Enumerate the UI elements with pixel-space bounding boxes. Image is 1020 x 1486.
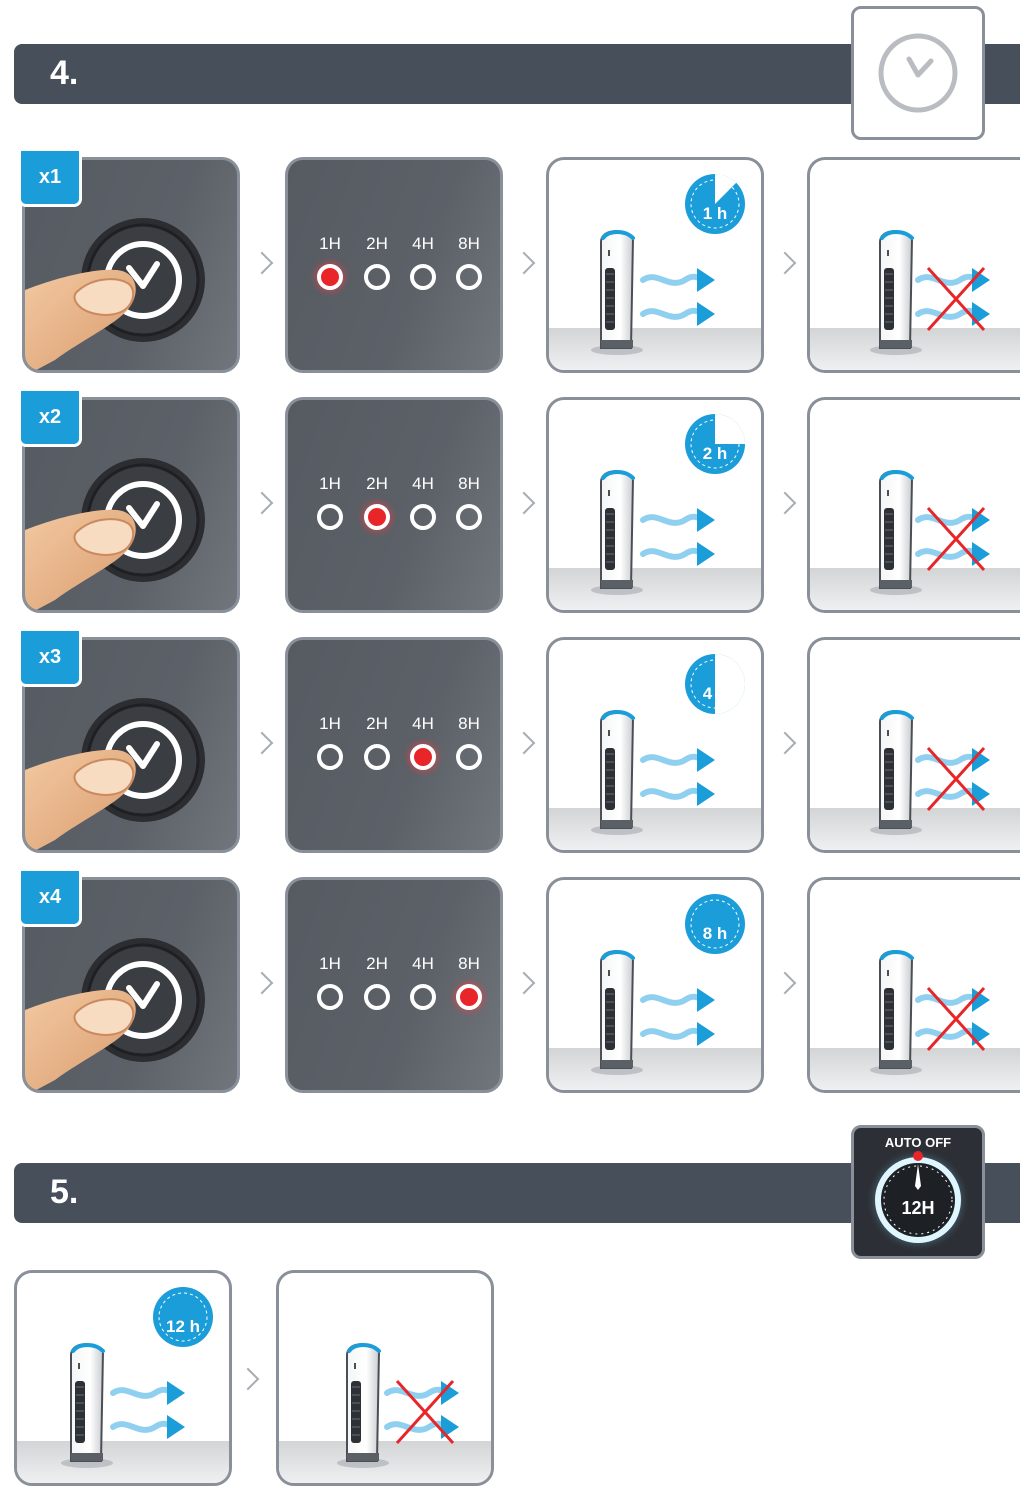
led-2h [364, 984, 390, 1010]
led-4h [410, 504, 436, 530]
chevron-right-icon [236, 1367, 260, 1391]
section-5-number: 5. [50, 1173, 79, 1211]
timer-label: 12 h [165, 1317, 201, 1336]
red-cross-icon [914, 744, 994, 814]
airflow-arrows-icon [639, 744, 719, 814]
airflow-arrows-icon [639, 264, 719, 334]
chevron-right-icon [250, 731, 274, 755]
led-label: 4H [412, 714, 434, 733]
auto-off-heater-stopped-panel [276, 1270, 494, 1486]
red-cross-icon [383, 1377, 463, 1447]
press-count-badge: x3 [18, 631, 82, 687]
timer-label: 1 h [702, 204, 728, 223]
section-4-number: 4. [50, 54, 79, 92]
chevron-right-icon [250, 971, 274, 995]
timer-label: 4 h [702, 684, 728, 703]
airflow-arrows-icon [639, 504, 719, 574]
led-4h [410, 984, 436, 1010]
led-4h-active [410, 744, 436, 770]
airflow-arrows-icon [639, 984, 719, 1054]
led-8h [456, 744, 482, 770]
heater-stopped-panel [807, 157, 1020, 373]
timer-disc-icon: 1 h [683, 172, 747, 236]
heater-running-panel: 8 h [546, 877, 764, 1093]
timer-label: 2 h [702, 444, 728, 463]
press-count-badge: x2 [18, 391, 82, 447]
press-count-badge: x4 [18, 871, 82, 927]
chevron-right-icon [250, 251, 274, 275]
led-label: 2H [366, 474, 388, 493]
press-count-badge: x1 [18, 151, 82, 207]
led-label: 8H [458, 714, 480, 733]
chevron-right-icon [773, 971, 797, 995]
led-2h-active [364, 504, 390, 530]
led-indicator-panel: 1H 2H 4H 8H [285, 877, 503, 1093]
chevron-right-icon [773, 251, 797, 275]
led-4h [410, 264, 436, 290]
heater-stopped-panel [807, 637, 1020, 853]
timer-label: 8 h [702, 924, 728, 943]
led-label: 8H [458, 474, 480, 493]
auto-off-title: AUTO OFF [884, 1135, 952, 1150]
timer-disc-icon: 12 h [151, 1285, 215, 1349]
led-1h [317, 744, 343, 770]
led-label: 4H [412, 474, 434, 493]
led-label: 1H [319, 714, 341, 733]
chevron-right-icon [512, 731, 536, 755]
red-cross-icon [914, 264, 994, 334]
led-label: 2H [366, 714, 388, 733]
led-label: 2H [366, 954, 388, 973]
led-label: 1H [319, 954, 341, 973]
auto-off-value: 12H [901, 1198, 935, 1218]
led-indicator-panel: 1H 2H 4H 8H [285, 637, 503, 853]
led-indicator-panel: 1H 2H 4H 8H [285, 397, 503, 613]
red-cross-icon [914, 504, 994, 574]
led-1h [317, 504, 343, 530]
chevron-right-icon [512, 491, 536, 515]
heater-running-panel: 1 h [546, 157, 764, 373]
led-label: 4H [412, 954, 434, 973]
chevron-right-icon [512, 971, 536, 995]
led-indicator-panel: 1H 2H 4H 8H [285, 157, 503, 373]
heater-running-panel: 2 h [546, 397, 764, 613]
chevron-right-icon [773, 731, 797, 755]
airflow-arrows-icon [109, 1377, 189, 1447]
led-label: 4H [412, 234, 434, 253]
led-2h [364, 264, 390, 290]
auto-off-heater-running-panel: 12 h [14, 1270, 232, 1486]
led-label: 8H [458, 234, 480, 253]
led-label: 1H [319, 474, 341, 493]
led-8h-active [456, 984, 482, 1010]
chevron-right-icon [773, 491, 797, 515]
chevron-right-icon [250, 491, 274, 515]
led-8h [456, 264, 482, 290]
timer-disc-icon: 8 h [683, 892, 747, 956]
auto-off-dial-icon: AUTO OFF 12H [851, 1125, 985, 1259]
timer-disc-icon: 4 h [683, 652, 747, 716]
clock-icon [851, 6, 985, 140]
led-1h-active [317, 264, 343, 290]
red-cross-icon [914, 984, 994, 1054]
led-1h [317, 984, 343, 1010]
heater-stopped-panel [807, 397, 1020, 613]
led-label: 1H [319, 234, 341, 253]
led-label: 8H [458, 954, 480, 973]
led-8h [456, 504, 482, 530]
timer-disc-icon: 2 h [683, 412, 747, 476]
chevron-right-icon [512, 251, 536, 275]
heater-running-panel: 4 h [546, 637, 764, 853]
led-label: 2H [366, 234, 388, 253]
led-2h [364, 744, 390, 770]
heater-stopped-panel [807, 877, 1020, 1093]
